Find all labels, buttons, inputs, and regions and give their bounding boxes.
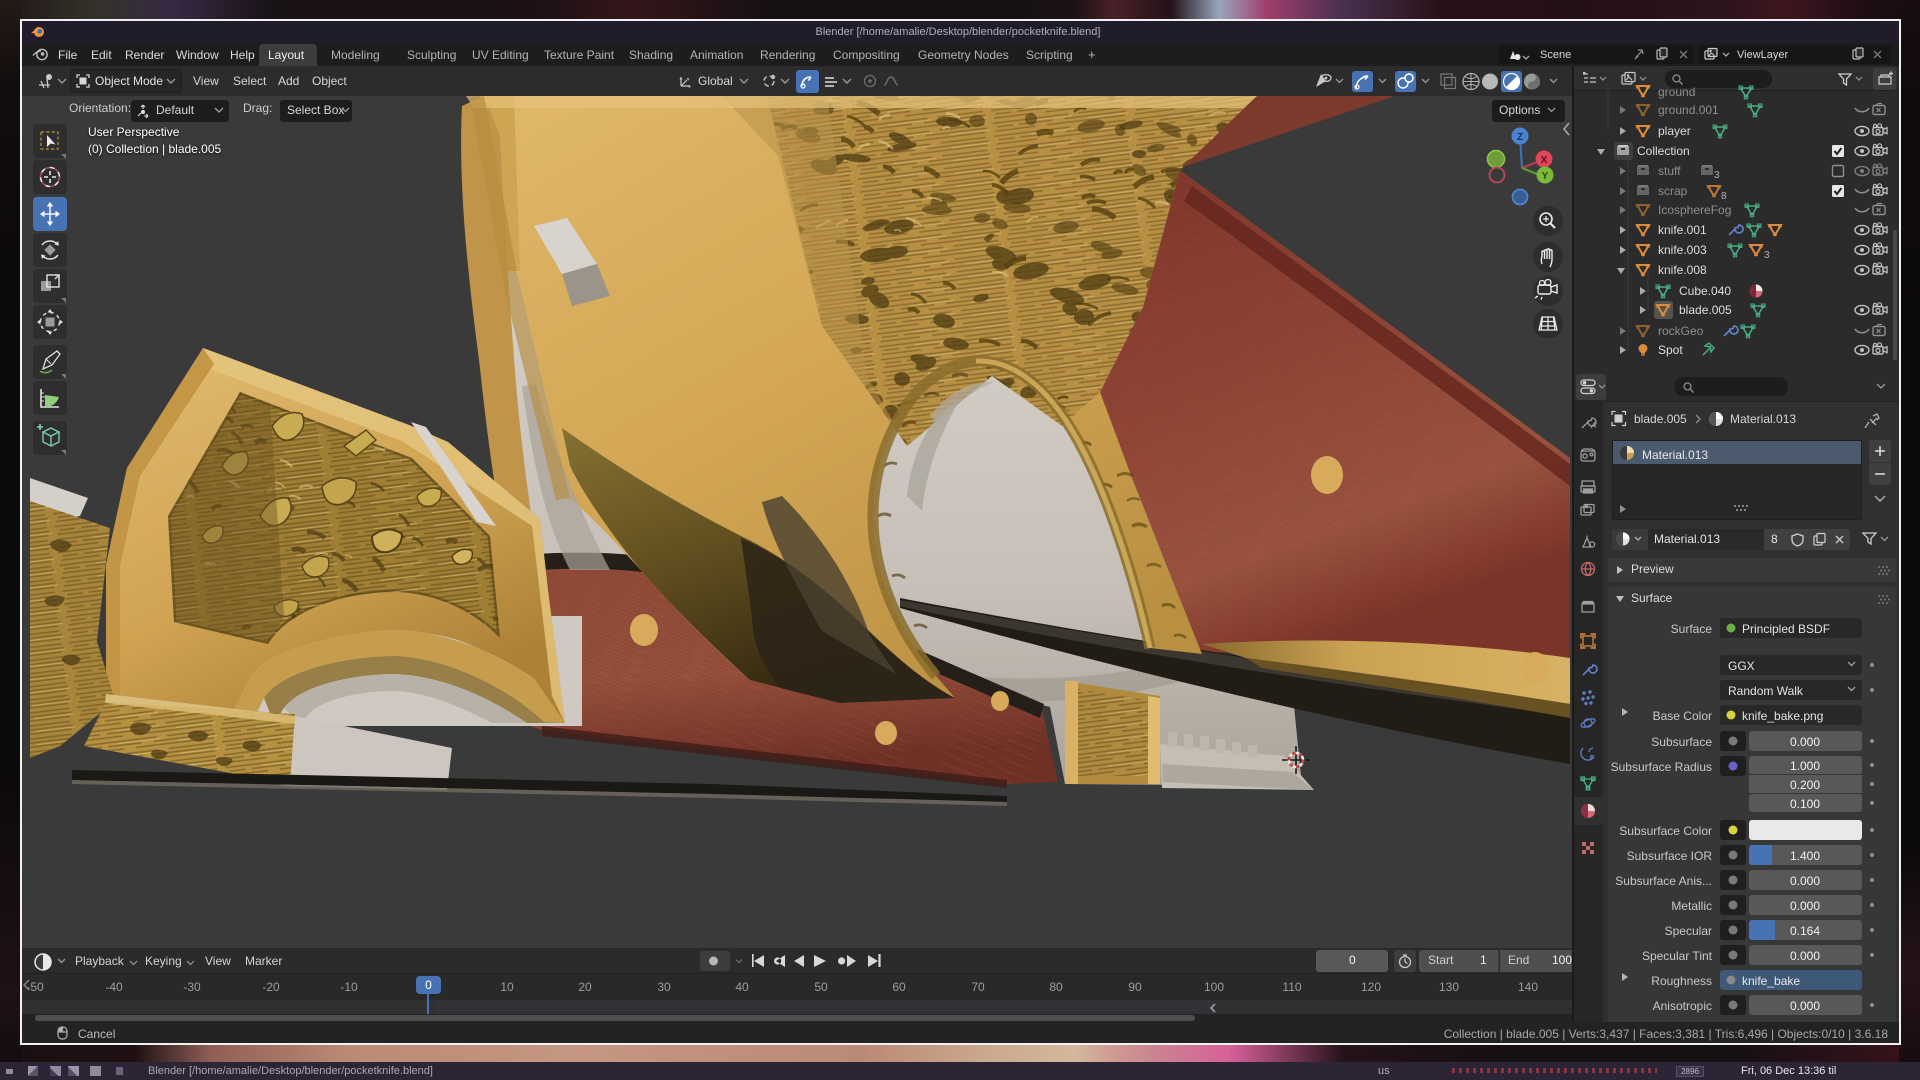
svg-text:Roughness: Roughness (1651, 974, 1712, 988)
svg-text:30: 30 (657, 980, 671, 994)
svg-text:knife.003: knife.003 (1658, 243, 1707, 257)
svg-text:100: 100 (1204, 980, 1224, 994)
svg-text:140: 140 (1518, 980, 1538, 994)
svg-text:10: 10 (500, 980, 514, 994)
svg-text:50: 50 (814, 980, 828, 994)
svg-text:Specular: Specular (1665, 924, 1712, 938)
svg-text:20: 20 (578, 980, 592, 994)
svg-text:120: 120 (1361, 980, 1381, 994)
svg-text:-10: -10 (340, 980, 358, 994)
svg-text:knife.008: knife.008 (1658, 263, 1707, 277)
svg-text:60: 60 (892, 980, 906, 994)
svg-text:-20: -20 (262, 980, 280, 994)
svg-text:Random Walk: Random Walk (1728, 684, 1804, 698)
svg-text:1.400: 1.400 (1790, 849, 1820, 863)
svg-text:Subsurface IOR: Subsurface IOR (1627, 849, 1713, 863)
svg-text:40: 40 (735, 980, 749, 994)
svg-text:0.000: 0.000 (1790, 949, 1820, 963)
svg-text:blade.005: blade.005 (1634, 412, 1687, 426)
svg-text:90: 90 (1128, 980, 1142, 994)
svg-text:0.200: 0.200 (1790, 778, 1820, 792)
svg-text:Material.013: Material.013 (1730, 412, 1796, 426)
svg-text:X: X (1541, 155, 1548, 166)
svg-text:Principled BSDF: Principled BSDF (1742, 622, 1830, 636)
svg-text:player: player (1658, 124, 1691, 138)
svg-text:Surface: Surface (1671, 622, 1713, 636)
svg-text:Metallic: Metallic (1671, 899, 1712, 913)
svg-text:3: 3 (1764, 250, 1770, 261)
svg-text:rockGeo: rockGeo (1658, 324, 1704, 338)
svg-text:110: 110 (1282, 980, 1301, 994)
svg-text:Subsurface: Subsurface (1651, 735, 1712, 749)
svg-text:Y: Y (1542, 171, 1549, 182)
svg-text:1.000: 1.000 (1790, 759, 1820, 773)
svg-text:0.100: 0.100 (1790, 797, 1820, 811)
svg-text:Subsurface Color: Subsurface Color (1619, 824, 1712, 838)
svg-text:ground: ground (1658, 85, 1695, 99)
svg-text:8: 8 (1721, 191, 1727, 202)
svg-text:knife_bake: knife_bake (1742, 974, 1800, 988)
svg-text:IcosphereFog: IcosphereFog (1658, 203, 1731, 217)
svg-text:80: 80 (1049, 980, 1063, 994)
svg-text:0.000: 0.000 (1790, 735, 1820, 749)
svg-text:scrap: scrap (1658, 184, 1688, 198)
svg-text:0.000: 0.000 (1790, 899, 1820, 913)
svg-text:0.000: 0.000 (1790, 999, 1820, 1013)
svg-text:knife.001: knife.001 (1658, 223, 1707, 237)
svg-text:-30: -30 (183, 980, 201, 994)
svg-text:knife_bake.png: knife_bake.png (1742, 709, 1823, 723)
svg-text:3: 3 (1714, 170, 1720, 181)
svg-text:Cube.040: Cube.040 (1679, 284, 1731, 298)
svg-text:ground.001: ground.001 (1658, 103, 1719, 117)
svg-text:Collection: Collection (1637, 144, 1690, 158)
svg-text:0.164: 0.164 (1790, 924, 1820, 938)
svg-text:GGX: GGX (1728, 659, 1755, 673)
svg-text:blade.005: blade.005 (1679, 303, 1732, 317)
svg-text:stuff: stuff (1658, 164, 1681, 178)
svg-text:Subsurface Anis...: Subsurface Anis... (1615, 874, 1712, 888)
svg-text:Anisotropic: Anisotropic (1653, 999, 1712, 1013)
svg-text:Z: Z (1517, 132, 1523, 143)
svg-text:-40: -40 (105, 980, 123, 994)
svg-text:130: 130 (1439, 980, 1459, 994)
svg-text:0.000: 0.000 (1790, 874, 1820, 888)
svg-text:Specular Tint: Specular Tint (1642, 949, 1713, 963)
svg-text:70: 70 (971, 980, 985, 994)
svg-text:Spot: Spot (1658, 343, 1683, 357)
svg-text:Subsurface Radius: Subsurface Radius (1611, 760, 1712, 774)
svg-text:Base Color: Base Color (1653, 709, 1712, 723)
